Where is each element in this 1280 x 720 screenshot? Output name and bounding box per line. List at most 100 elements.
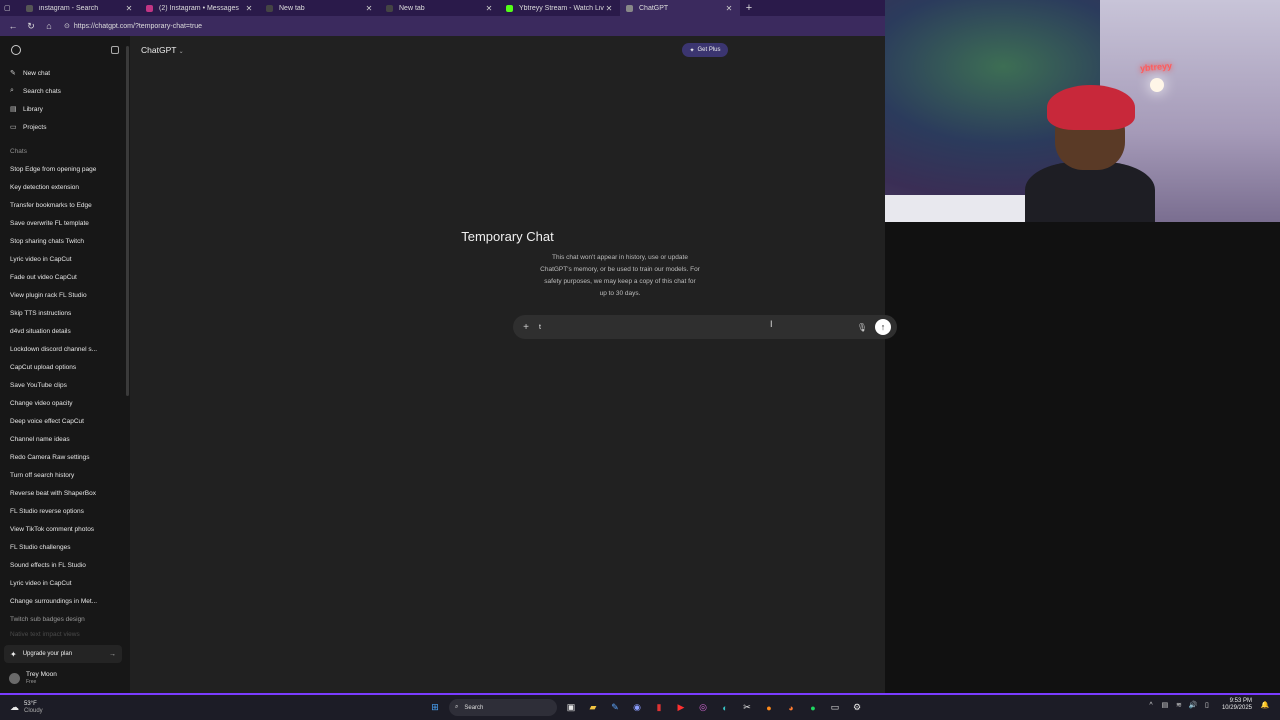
site-info-icon[interactable]: ⊙ (64, 22, 70, 30)
taskbar-search-label: Search (464, 704, 484, 711)
capcut-icon[interactable]: ✂ (736, 698, 758, 717)
chat-item[interactable]: Lyric video in CapCut (0, 250, 130, 268)
message-input[interactable]: t (539, 324, 855, 331)
url-field[interactable]: ⊙ https://chatgpt.com/?temporary-chat=tr… (64, 22, 202, 31)
upgrade-label: Upgrade your plan (22, 651, 73, 657)
sidebar-toggle-icon[interactable] (111, 46, 119, 54)
chat-item[interactable]: Native text impact views (0, 628, 130, 640)
discord-icon[interactable]: ◉ (626, 698, 648, 717)
chat-item[interactable]: Stop Edge from opening page (0, 160, 130, 178)
browser-tab[interactable]: instagram - Search ✕ (20, 0, 140, 16)
home-icon[interactable]: ⌂ (40, 21, 58, 31)
firefox-icon[interactable]: ◕ (780, 698, 802, 717)
sparkle-icon: ✦ (689, 47, 695, 54)
sidebar-item-search-chats[interactable]: ⌕ Search chats (0, 82, 130, 100)
chat-item[interactable]: Change video opacity (0, 394, 130, 412)
browser-tab[interactable]: ChatGPT ✕ (620, 0, 740, 16)
close-icon[interactable]: ✕ (124, 4, 134, 13)
close-icon[interactable]: ✕ (724, 4, 734, 13)
taskview-icon[interactable]: ▣ (560, 698, 582, 717)
sidebar-scrollbar[interactable] (126, 46, 129, 396)
refresh-icon[interactable]: ↻ (22, 21, 40, 32)
notification-icon[interactable]: 🔔 (1258, 701, 1272, 709)
tab-actions-button[interactable]: ▢ (0, 0, 20, 16)
model-selector[interactable]: ChatGPT ⌄ (141, 45, 184, 55)
temporary-chat-description: This chat won't appear in history, use o… (540, 254, 700, 297)
sidebar-item-new-chat[interactable]: ✎ New chat (0, 64, 130, 82)
battery-icon[interactable]: ▯ (1200, 701, 1214, 709)
chat-item[interactable]: Save YouTube clips (0, 376, 130, 394)
weather-condition: Cloudy (24, 707, 43, 714)
chat-item[interactable]: Save overwrite FL template (0, 214, 130, 232)
tab-favicon-icon (386, 4, 393, 12)
close-icon[interactable]: ✕ (604, 4, 614, 13)
chat-item[interactable]: Deep voice effect CapCut (0, 412, 130, 430)
chatgpt-logo-icon[interactable] (11, 45, 21, 55)
sidebar-item-label: Library (23, 105, 43, 113)
app-icon[interactable]: ▮ (648, 698, 670, 717)
chat-item[interactable]: Redo Camera Raw settings (0, 448, 130, 466)
get-plus-button[interactable]: ✦ Get Plus (682, 43, 728, 57)
chat-item[interactable]: FL Studio challenges (0, 538, 130, 556)
new-tab-button[interactable]: + (740, 2, 758, 14)
settings-icon[interactable]: ⚙ (846, 698, 868, 717)
chat-item[interactable]: Turn off search history (0, 466, 130, 484)
webcam-overlay: ybtreyy (885, 0, 1280, 222)
upgrade-plan-button[interactable]: ✦ Upgrade your plan → (4, 645, 122, 663)
instagram-icon[interactable]: ◎ (692, 698, 714, 717)
chat-item[interactable]: Channel name ideas (0, 430, 130, 448)
close-icon[interactable]: ✕ (484, 4, 494, 13)
chat-item[interactable]: CapCut upload options (0, 358, 130, 376)
chevron-up-icon[interactable]: ^ (1144, 702, 1158, 709)
sidebar-item-library[interactable]: ▤ Library (0, 100, 130, 118)
microphone-icon[interactable]: 🎙 (855, 323, 869, 332)
browser-tab[interactable]: (2) Instagram • Messages ✕ (140, 0, 260, 16)
tab-favicon-icon (26, 4, 33, 12)
chat-item[interactable]: Fade out video CapCut (0, 268, 130, 286)
sparkle-icon: ✦ (10, 649, 17, 659)
clock[interactable]: 9:53 PM 10/29/2025 (1222, 698, 1252, 712)
edge-icon[interactable]: ◐ (714, 698, 736, 717)
tab-label: Ybtreyy Stream - Watch Live on K (519, 4, 604, 12)
chat-item[interactable]: Change surroundings in Met... (0, 592, 130, 610)
fl-studio-icon[interactable]: ● (758, 698, 780, 717)
volume-icon[interactable]: 🔊 (1186, 701, 1200, 709)
app-icon[interactable]: ✎ (604, 698, 626, 717)
attach-plus-icon[interactable]: + (519, 322, 533, 333)
chat-item[interactable]: Stop sharing chats Twitch (0, 232, 130, 250)
sidebar-item-label: Search chats (23, 87, 61, 95)
chat-item[interactable]: Reverse beat with ShaperBox (0, 484, 130, 502)
browser-tab[interactable]: New tab ✕ (380, 0, 500, 16)
browser-tab[interactable]: New tab ✕ (260, 0, 380, 16)
streamer-body (1025, 162, 1155, 222)
user-menu[interactable]: Trey Moon Free (4, 666, 122, 690)
youtube-icon[interactable]: ▶ (670, 698, 692, 717)
sidebar-item-label: New chat (23, 69, 51, 77)
sidebar-item-projects[interactable]: ▭ Projects (0, 118, 130, 136)
chat-item[interactable]: Key detection extension (0, 178, 130, 196)
browser-tab[interactable]: Ybtreyy Stream - Watch Live on K✕ (500, 0, 620, 16)
terminal-icon[interactable]: ▭ (824, 698, 846, 717)
chat-item[interactable]: View plugin rack FL Studio (0, 286, 130, 304)
chat-item[interactable]: Skip TTS instructions (0, 304, 130, 322)
spotify-icon[interactable]: ● (802, 698, 824, 717)
send-button[interactable]: ↑ (875, 319, 891, 335)
chat-item[interactable]: Transfer bookmarks to Edge (0, 196, 130, 214)
chat-item[interactable]: Sound effects in FL Studio (0, 556, 130, 574)
wifi-icon[interactable]: ≋ (1172, 701, 1186, 709)
file-explorer-icon[interactable]: ▰ (582, 698, 604, 717)
chat-item[interactable]: View TikTok comment photos (0, 520, 130, 538)
chat-item[interactable]: Twitch sub badges design (0, 610, 130, 628)
taskbar-search[interactable]: ⌕ Search (449, 699, 557, 716)
chat-item[interactable]: Lyric video in CapCut (0, 574, 130, 592)
chat-item[interactable]: Lockdown discord channel s... (0, 340, 130, 358)
webcam-light (1150, 78, 1164, 92)
chat-item[interactable]: d4vd situation details (0, 322, 130, 340)
weather-widget[interactable]: ☁ 53°F Cloudy (0, 701, 80, 715)
start-button[interactable]: ⊞ (424, 698, 446, 717)
back-icon[interactable]: ← (4, 21, 22, 31)
close-icon[interactable]: ✕ (244, 4, 254, 13)
network-icon[interactable]: ▤ (1158, 701, 1172, 709)
chat-item[interactable]: FL Studio reverse options (0, 502, 130, 520)
close-icon[interactable]: ✕ (364, 4, 374, 13)
